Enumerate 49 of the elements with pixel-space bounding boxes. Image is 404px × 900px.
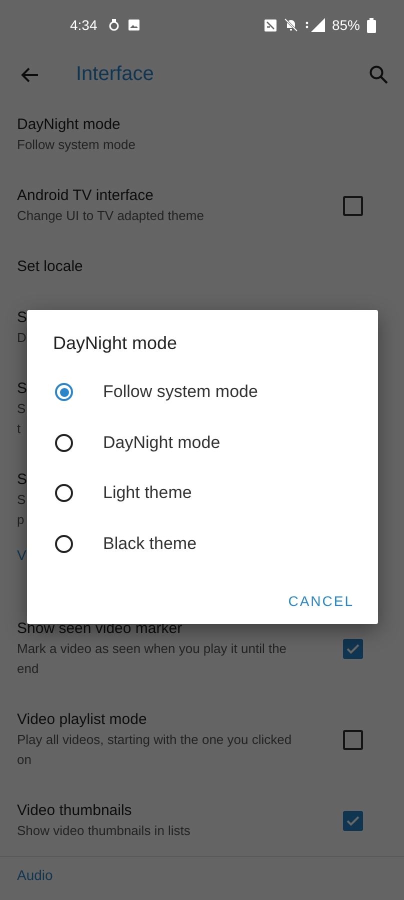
category-header: Audio <box>17 867 53 883</box>
preference-item[interactable]: Video thumbnails Show video thumbnails in lists <box>0 785 404 856</box>
search-icon[interactable] <box>369 65 388 84</box>
status-time: 4:34 <box>70 17 98 33</box>
checkbox[interactable] <box>343 730 363 750</box>
dialog-title: DayNight mode <box>53 332 178 354</box>
preference-summary: S t <box>17 400 26 438</box>
preference-summary: D <box>17 328 26 346</box>
checkbox[interactable] <box>343 810 363 830</box>
signal-icon <box>304 18 325 32</box>
preference-item[interactable]: Android TV interface Change UI to TV adapted theme <box>0 170 404 241</box>
checkmark-icon <box>346 642 360 654</box>
checkbox[interactable] <box>343 638 363 658</box>
preference-item[interactable]: DayNight mode Follow system mode <box>0 99 404 170</box>
preference-summary: S p <box>17 490 26 529</box>
preference-summary: Mark a video as seen when you play it until the end <box>17 640 288 678</box>
cancel-button[interactable]: CANCEL <box>286 585 356 617</box>
preference-summary: Show video thumbnails in lists <box>17 822 190 840</box>
preference-item[interactable]: Video playlist mode Play all videos, starting with the one you clicked on <box>0 694 404 785</box>
preference-summary: Play all videos, starting with the one you clicked on <box>17 730 293 768</box>
radio-button[interactable] <box>55 484 73 502</box>
back-arrow-icon[interactable] <box>21 66 39 82</box>
preference-title: Android TV interface <box>17 186 154 206</box>
checkmark-icon <box>346 814 360 826</box>
category-header: V <box>17 547 26 563</box>
radio-button[interactable] <box>55 534 73 553</box>
preference-title: Show seen video marker <box>17 618 182 638</box>
battery-level: 85% <box>332 17 360 33</box>
bell-off-icon <box>284 18 298 32</box>
image-icon <box>128 19 140 31</box>
preference-title: Video playlist mode <box>17 710 147 730</box>
radio-button[interactable] <box>55 434 73 452</box>
preference-title: S <box>17 378 28 398</box>
preference-title: S <box>17 470 28 490</box>
radio-button[interactable] <box>55 383 73 402</box>
checkbox[interactable] <box>343 196 363 216</box>
option-label[interactable]: Follow system mode <box>103 382 258 402</box>
option-label[interactable]: Black theme <box>103 534 197 554</box>
preference-title: DayNight mode <box>17 114 120 134</box>
preference-title: S <box>17 308 28 328</box>
preference-title: Set locale <box>17 256 83 276</box>
option-label[interactable]: Light theme <box>103 483 192 504</box>
option-label[interactable]: DayNight mode <box>103 432 220 453</box>
preference-summary: Follow system mode <box>17 136 136 154</box>
screen-title: Interface <box>76 63 155 86</box>
preference-title: Video thumbnails <box>17 800 132 820</box>
preference-item[interactable]: Set locale <box>0 241 404 292</box>
battery-icon <box>367 18 376 32</box>
preference-summary: Change UI to TV adapted theme <box>17 206 204 225</box>
